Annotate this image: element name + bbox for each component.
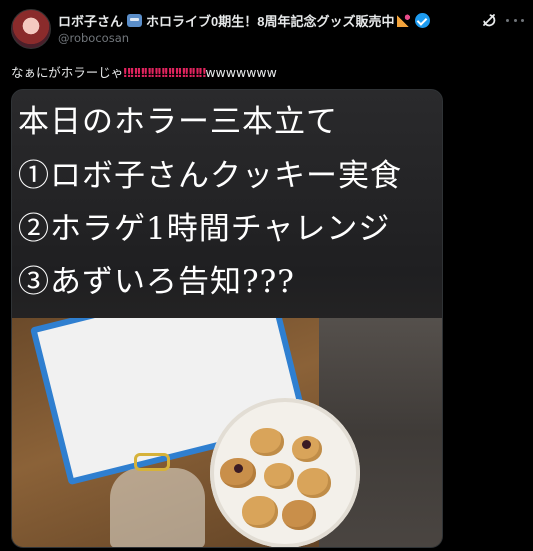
headline-line-1: 本日のホラー三本立て (18, 104, 338, 140)
cookie (242, 496, 278, 528)
author-handle[interactable]: @robocosan (58, 31, 129, 45)
cookie-berry (234, 464, 243, 473)
more-dot (521, 18, 524, 22)
author-name-row[interactable]: ロボ子さん ホロライブ0期生！8周年記念グッズ販売中 (58, 10, 431, 30)
headline-line-3: ②ホラゲ1時間チャレンジ (18, 211, 391, 247)
tweet-text-main: なぁにがホラーじゃ (11, 65, 124, 80)
cookie-bag (110, 468, 205, 547)
display-name[interactable]: ロボ子さん (58, 11, 123, 30)
cookie-berry (302, 440, 311, 449)
more-dot (513, 18, 517, 22)
headline-line-4: ③あずいろ告知??? (18, 264, 295, 300)
tweet-text-laugh: wwwwwww (205, 65, 277, 80)
robot-emoji-icon (127, 13, 143, 27)
tweet[interactable]: ロボ子さん ホロライブ0期生！8周年記念グッズ販売中 @robocosan なぁ… (0, 0, 533, 551)
double-exclamation-emoji: ‼‼‼‼‼‼‼‼‼‼‼‼ (123, 65, 206, 80)
cookie (264, 463, 294, 489)
cookie (220, 458, 256, 488)
display-name-suffix[interactable]: ホロライブ0期生！8周年記念グッズ販売中 (146, 11, 394, 30)
grok-icon[interactable] (481, 12, 497, 28)
headline-line-2: ①ロボ子さんクッキー実食 (18, 158, 402, 194)
cookie (250, 428, 284, 456)
avatar[interactable] (11, 9, 51, 49)
bag-ribbon (134, 453, 170, 471)
photo-area (12, 318, 442, 547)
party-popper-emoji-icon (397, 13, 411, 27)
more-icon[interactable] (506, 12, 524, 28)
verified-badge-icon[interactable] (415, 12, 431, 28)
more-dot (506, 18, 509, 22)
tweet-text: なぁにがホラーじゃ‼‼‼‼‼‼‼‼‼‼‼‼wwwwwww (11, 62, 277, 81)
tweet-media-image[interactable]: 本日のホラー三本立て ①ロボ子さんクッキー実食 ②ホラゲ1時間チャレンジ ③あず… (11, 89, 443, 548)
cookie (297, 468, 331, 498)
cookie (282, 500, 316, 530)
